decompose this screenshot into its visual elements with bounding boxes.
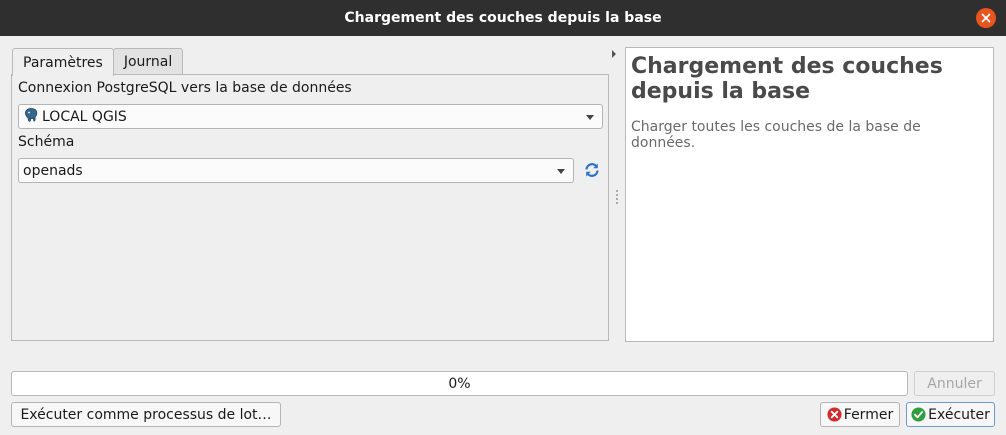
connection-value: LOCAL QGIS: [42, 108, 127, 125]
postgresql-elephant-icon: [23, 107, 39, 127]
parameters-panel: Connexion PostgreSQL vers la base de don…: [11, 74, 609, 341]
progress-bar: 0%: [11, 371, 908, 396]
run-button-label: Exécuter: [928, 406, 990, 423]
run-button[interactable]: Exécuter: [906, 402, 995, 427]
schema-value: openads: [23, 162, 83, 179]
chevron-down-icon: [557, 169, 565, 174]
connection-label: Connexion PostgreSQL vers la base de don…: [18, 80, 352, 96]
schema-combobox[interactable]: openads: [18, 158, 574, 183]
chevron-down-icon: [586, 115, 594, 120]
splitter-handle[interactable]: [616, 190, 619, 206]
cancel-button[interactable]: Annuler: [914, 371, 995, 396]
progress-text: 0%: [448, 375, 471, 392]
close-button-label: Fermer: [843, 406, 894, 423]
help-description: Charger toutes les couches de la base de…: [631, 119, 921, 151]
tab-bar: Paramètres Journal: [12, 48, 184, 76]
tab-parametres[interactable]: Paramètres: [12, 48, 114, 76]
close-circle-icon: [827, 407, 842, 422]
help-panel: Chargement des couches depuis la base Ch…: [625, 47, 994, 342]
window-close-button[interactable]: [976, 8, 996, 28]
refresh-schema-button[interactable]: [583, 161, 603, 181]
schema-label: Schéma: [18, 134, 75, 150]
help-title: Chargement des couches depuis la base: [631, 54, 943, 104]
check-circle-icon: [911, 407, 926, 422]
connection-combobox[interactable]: LOCAL QGIS: [18, 104, 603, 129]
close-button[interactable]: Fermer: [820, 402, 900, 427]
tab-journal[interactable]: Journal: [112, 48, 184, 75]
window-titlebar: Chargement des couches depuis la base: [0, 0, 1006, 36]
close-icon: [981, 13, 991, 23]
window-title: Chargement des couches depuis la base: [344, 10, 662, 26]
batch-process-button[interactable]: Exécuter comme processus de lot…: [11, 402, 281, 427]
refresh-icon: [585, 163, 599, 177]
collapse-help-arrow-icon[interactable]: [612, 50, 616, 58]
